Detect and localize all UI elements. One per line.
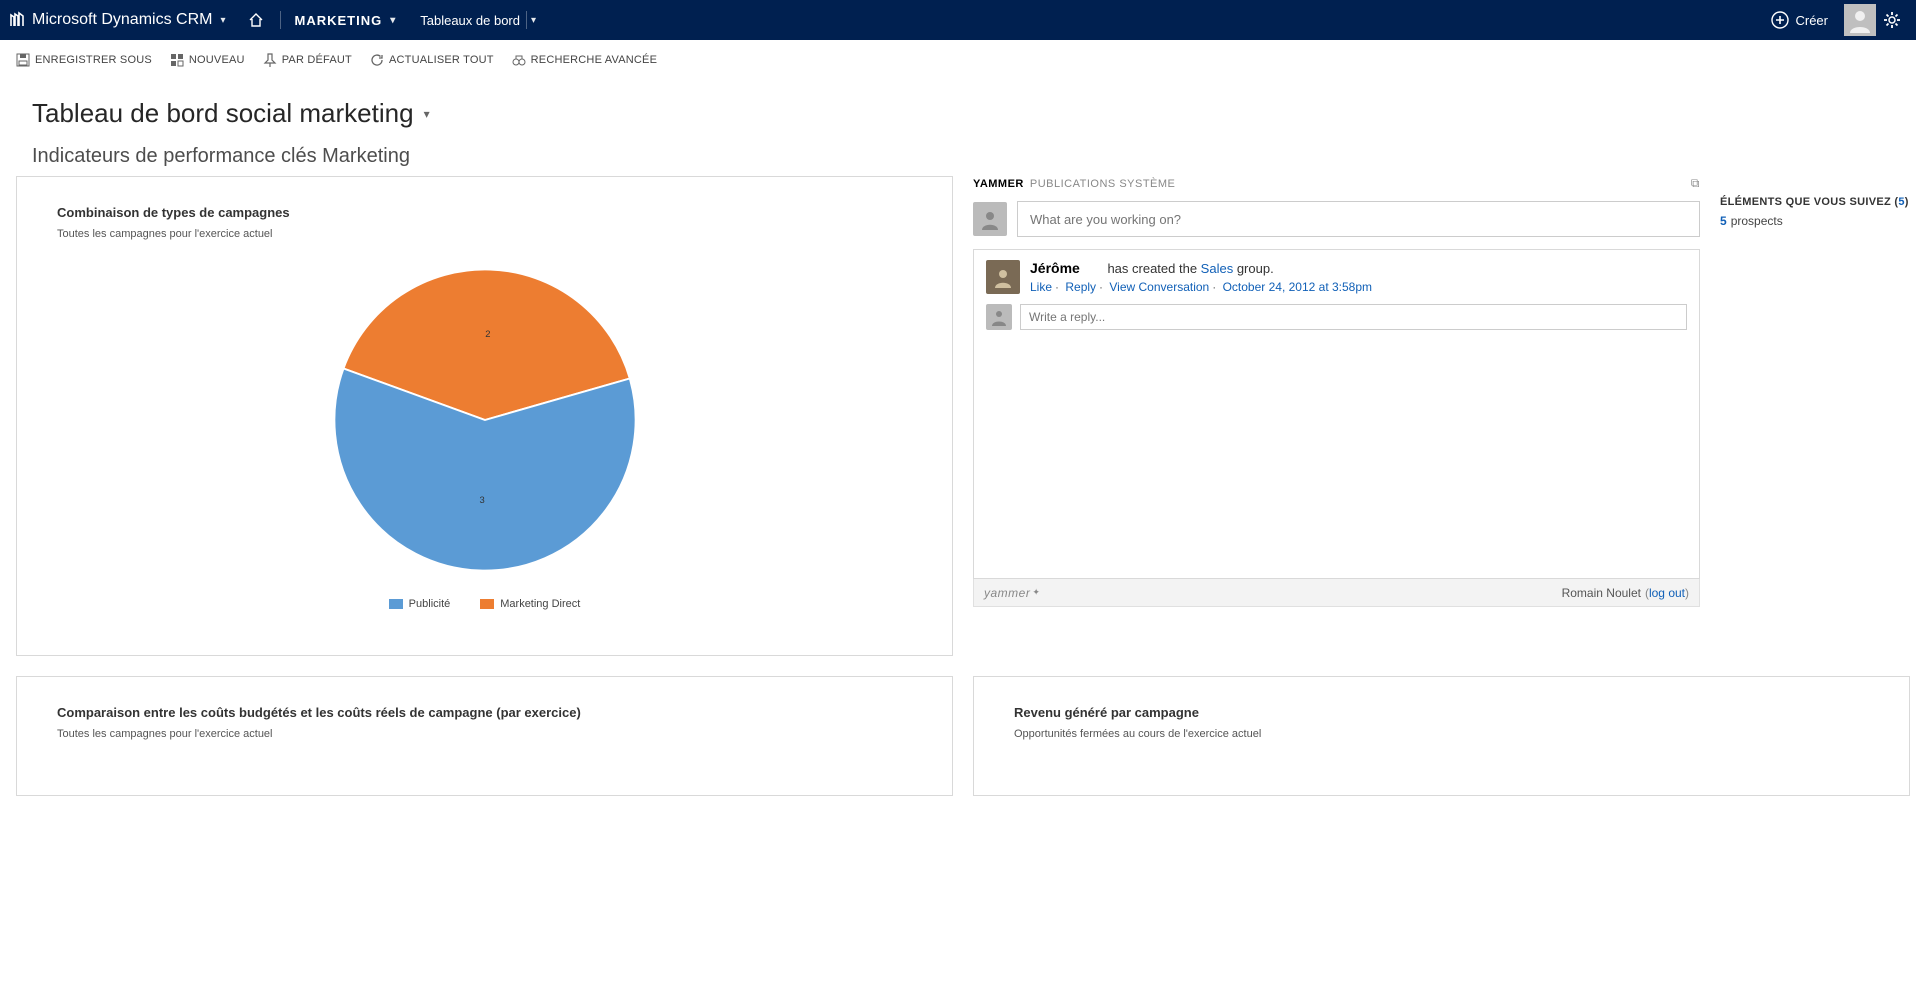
post-reply[interactable]: Reply (1065, 280, 1096, 294)
svg-text:2: 2 (485, 328, 490, 339)
module-dropdown[interactable]: MARKETING ▾ (295, 13, 405, 28)
divider (280, 11, 281, 29)
user-avatar[interactable] (1844, 4, 1876, 36)
panel-revenue-by-campaign: Revenu généré par campagne Opportunités … (973, 676, 1910, 796)
chevron-down-icon: ▾ (220, 15, 225, 26)
module-label: MARKETING (295, 13, 383, 28)
binoculars-icon (512, 53, 526, 67)
plus-circle-icon (1771, 11, 1789, 29)
chevron-down-icon: ▾ (424, 107, 430, 121)
follow-item-prospects[interactable]: 5prospects (1720, 214, 1910, 228)
post-author[interactable]: Jérôme (1030, 260, 1080, 276)
cmd-new[interactable]: NOUVEAU (170, 53, 245, 67)
refresh-icon (370, 53, 384, 67)
svg-text:3: 3 (479, 494, 484, 505)
cmd-label: RECHERCHE AVANCÉE (531, 54, 657, 66)
user-avatar (973, 202, 1007, 236)
chevron-down-icon: ▾ (390, 15, 396, 26)
cmd-save-as[interactable]: ENREGISTRER SOUS (16, 53, 152, 67)
tab-yammer[interactable]: YAMMER (973, 178, 1024, 190)
yammer-logo-mark: ✦ (1032, 587, 1040, 598)
popout-icon[interactable]: ⧉ (1691, 176, 1700, 191)
sub-dropdown[interactable]: Tableaux de bord (420, 13, 520, 28)
page-title-text: Tableau de bord social marketing (32, 98, 414, 129)
scroll-area[interactable]: Tableau de bord social marketing ▾ Indic… (0, 80, 1916, 996)
create-label: Créer (1795, 13, 1828, 28)
tab-system-posts[interactable]: PUBLICATIONS SYSTÈME (1030, 178, 1176, 190)
pin-icon (263, 53, 277, 67)
cmd-label: ENREGISTRER SOUS (35, 54, 152, 66)
yammer-footer-user: Romain Noulet (1562, 586, 1641, 600)
panel-subtitle: Opportunités fermées au cours de l'exerc… (1014, 728, 1869, 740)
cmd-advanced-find[interactable]: RECHERCHE AVANCÉE (512, 53, 657, 67)
cmd-label: NOUVEAU (189, 54, 245, 66)
divider (526, 11, 527, 29)
save-icon (16, 53, 30, 67)
panel-campaign-mix: Combinaison de types de campagnes Toutes… (16, 176, 953, 656)
post-view-conversation[interactable]: View Conversation (1109, 280, 1209, 294)
panel-subtitle: Toutes les campagnes pour l'exercice act… (57, 728, 912, 740)
home-icon[interactable] (248, 12, 264, 28)
panel-title: Combinaison de types de campagnes (57, 205, 912, 220)
legend-item: Marketing Direct (480, 598, 580, 610)
new-icon (170, 53, 184, 67)
post-timestamp[interactable]: October 24, 2012 at 3:58pm (1223, 280, 1372, 294)
compose-input[interactable] (1017, 201, 1700, 237)
pie-chart: 23 (57, 260, 912, 580)
yammer-post: Jérôme has created the Sales group. Like… (974, 250, 1699, 304)
panel-cost-comparison: Comparaison entre les coûts budgétés et … (16, 676, 953, 796)
cmd-refresh-all[interactable]: ACTUALISER TOUT (370, 53, 494, 67)
post-text: group. (1233, 261, 1273, 276)
cmd-label: ACTUALISER TOUT (389, 54, 494, 66)
cmd-label: PAR DÉFAUT (282, 54, 352, 66)
post-link-group[interactable]: Sales (1201, 261, 1234, 276)
cmd-default[interactable]: PAR DÉFAUT (263, 53, 352, 67)
chevron-down-icon[interactable]: ▾ (531, 15, 536, 26)
post-avatar (986, 260, 1020, 294)
top-nav: Microsoft Dynamics CRM ▾ MARKETING ▾ Tab… (0, 0, 1916, 40)
panel-title: Revenu généré par campagne (1014, 705, 1869, 720)
panel-title: Comparaison entre les coûts budgétés et … (57, 705, 912, 720)
page-title-dropdown[interactable]: Tableau de bord social marketing ▾ (32, 98, 1894, 129)
yammer-logout[interactable]: log out (1649, 586, 1685, 600)
sub-label: Tableaux de bord (420, 13, 520, 28)
gear-icon (1883, 11, 1901, 29)
reply-input[interactable] (1020, 304, 1687, 330)
command-bar: ENREGISTRER SOUS NOUVEAU PAR DÉFAUT ACTU… (0, 40, 1916, 80)
brand-label[interactable]: Microsoft Dynamics CRM ▾ (32, 11, 234, 29)
settings-button[interactable] (1876, 0, 1908, 40)
yammer-panel: YAMMER PUBLICATIONS SYSTÈME ⧉ (973, 176, 1700, 656)
chart-legend: Publicité Marketing Direct (57, 598, 912, 610)
post-like[interactable]: Like (1030, 280, 1052, 294)
logo-icon (8, 11, 26, 29)
create-button[interactable]: Créer (1771, 11, 1828, 29)
legend-item: Publicité (389, 598, 451, 610)
post-text: has created the (1107, 261, 1200, 276)
brand-text: Microsoft Dynamics CRM (32, 11, 212, 29)
reply-avatar (986, 304, 1012, 330)
follow-panel: ÉLÉMENTS QUE VOUS SUIVEZ (5) 5prospects (1720, 176, 1910, 656)
panel-subtitle: Toutes les campagnes pour l'exercice act… (57, 228, 912, 240)
yammer-logo: yammer (984, 586, 1030, 600)
follow-title: ÉLÉMENTS QUE VOUS SUIVEZ (5) (1720, 196, 1910, 208)
page-subtitle: Indicateurs de performance clés Marketin… (32, 145, 1894, 168)
